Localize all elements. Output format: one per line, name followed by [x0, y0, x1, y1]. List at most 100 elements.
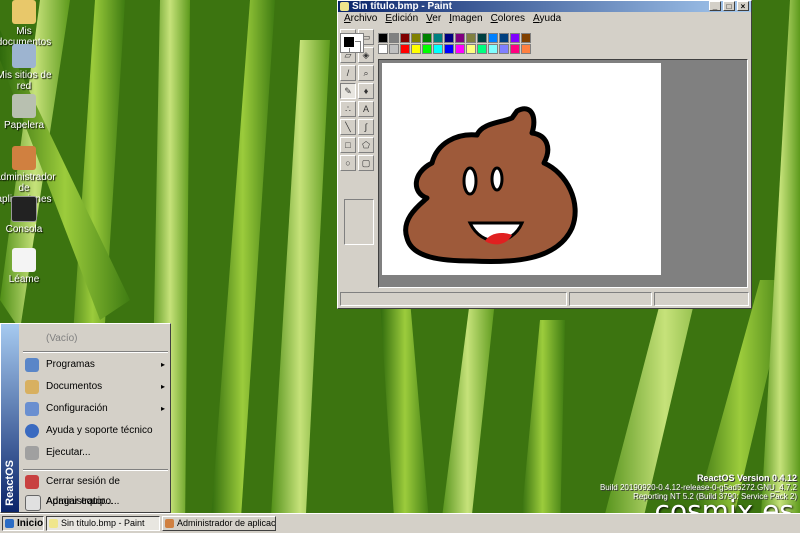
paint-app-icon	[340, 2, 349, 11]
task-app-manager[interactable]: Administrador de aplicacio...	[162, 516, 276, 531]
menu-item-programas[interactable]: Programas ▸	[23, 355, 168, 375]
status-message	[340, 292, 568, 306]
palette-swatch[interactable]	[510, 44, 520, 54]
network-icon	[12, 44, 36, 68]
desktop: Mis documentos Mis sitios de red Papeler…	[0, 0, 800, 533]
menu-item-configuracion[interactable]: Configuración ▸	[23, 399, 168, 419]
desktop-icon-recycle-bin[interactable]: Papelera	[0, 94, 54, 131]
palette-swatch[interactable]	[477, 44, 487, 54]
palette-swatch[interactable]	[499, 44, 509, 54]
ellipse-icon[interactable]: ○	[340, 155, 356, 171]
palette-swatch[interactable]	[488, 44, 498, 54]
window-title: Sin título.bmp - Paint	[352, 1, 452, 12]
run-icon	[25, 446, 39, 460]
palette-swatch[interactable]	[521, 44, 531, 54]
start-menu[interactable]: ReactOS (Vacío) Programas ▸ Documentos ▸…	[0, 323, 171, 513]
rectangle-icon[interactable]: □	[340, 137, 356, 153]
close-button[interactable]: ×	[737, 1, 749, 11]
brush-icon[interactable]: ♦	[358, 83, 374, 99]
desktop-icon-network[interactable]: Mis sitios de red	[0, 44, 54, 92]
polygon-icon[interactable]: ⬠	[358, 137, 374, 153]
menu-item-ejecutar[interactable]: Ejecutar...	[23, 443, 168, 463]
toolbox: ⬚ ▭ ▱ ◈ / ⌕ ✎ ♦ ∴ A ╲ ∫ □ ⬠ ○ ▢	[340, 29, 376, 277]
palette-swatch[interactable]	[510, 33, 520, 43]
console-icon	[11, 196, 37, 222]
documents-icon	[25, 380, 39, 394]
minimize-button[interactable]: _	[709, 1, 721, 11]
text-icon[interactable]: A	[358, 101, 374, 117]
submenu-arrow-icon: ▸	[160, 404, 165, 413]
status-bar	[340, 292, 749, 306]
palette-swatch[interactable]	[378, 44, 388, 54]
menu-separator	[23, 469, 168, 471]
app-manager-icon	[12, 146, 36, 170]
app-manager-icon	[165, 519, 174, 528]
menu-ver[interactable]: Ver	[422, 12, 445, 26]
desktop-icon-readme[interactable]: Léame	[0, 248, 54, 285]
palette-swatch[interactable]	[422, 33, 432, 43]
menu-item-documentos[interactable]: Documentos ▸	[23, 377, 168, 397]
palette-swatch[interactable]	[411, 44, 421, 54]
task-paint[interactable]: Sin título.bmp - Paint	[46, 516, 160, 531]
magnifier-icon[interactable]: ⌕	[358, 65, 374, 81]
palette-swatch[interactable]	[521, 33, 531, 43]
palette-swatch[interactable]	[422, 44, 432, 54]
menu-imagen[interactable]: Imagen	[445, 12, 486, 26]
menu-ayuda[interactable]: Ayuda	[529, 12, 565, 26]
readme-icon	[12, 248, 36, 272]
menu-colores[interactable]: Colores	[487, 12, 529, 26]
curve-icon[interactable]: ∫	[358, 119, 374, 135]
palette-swatch[interactable]	[466, 44, 476, 54]
palette-swatch[interactable]	[466, 33, 476, 43]
drawing-canvas[interactable]	[382, 63, 661, 275]
rounded-rect-icon[interactable]: ▢	[358, 155, 374, 171]
paint-window[interactable]: Sin título.bmp - Paint _ □ × Archivo Edi…	[337, 0, 752, 309]
help-icon	[25, 424, 39, 438]
status-size	[654, 292, 749, 306]
poop-drawing	[403, 106, 578, 265]
palette-swatch[interactable]	[444, 33, 454, 43]
recycle-bin-icon	[12, 94, 36, 118]
palette-swatch[interactable]	[411, 33, 421, 43]
palette-swatch[interactable]	[455, 44, 465, 54]
desktop-icon-console[interactable]: Consola	[0, 196, 54, 235]
paint-titlebar[interactable]: Sin título.bmp - Paint _ □ ×	[338, 1, 751, 12]
tool-options[interactable]	[344, 199, 374, 245]
canvas-scroll-area	[378, 59, 748, 288]
palette-swatch[interactable]	[433, 33, 443, 43]
start-button[interactable]: Inicio	[2, 516, 44, 531]
palette-swatch[interactable]	[499, 33, 509, 43]
palette-swatch[interactable]	[389, 33, 399, 43]
palette-swatch[interactable]	[433, 44, 443, 54]
palette-swatch[interactable]	[488, 33, 498, 43]
submenu-arrow-icon: ▸	[160, 360, 165, 369]
palette-swatch[interactable]	[400, 44, 410, 54]
status-coords	[569, 292, 653, 306]
palette-swatch[interactable]	[477, 33, 487, 43]
taskbar: Inicio Sin título.bmp - Paint Administra…	[0, 513, 800, 533]
paint-app-icon	[49, 519, 58, 528]
start-menu-banner: ReactOS	[1, 324, 19, 512]
recent-empty-label: (Vacío)	[46, 333, 78, 344]
palette-swatch[interactable]	[378, 33, 388, 43]
airbrush-icon[interactable]: ∴	[340, 101, 356, 117]
palette-swatch[interactable]	[455, 33, 465, 43]
palette-swatch[interactable]	[389, 44, 399, 54]
menu-item-shutdown[interactable]: Apagar equipo...	[23, 492, 168, 512]
palette-swatch[interactable]	[444, 44, 454, 54]
palette-swatch[interactable]	[400, 33, 410, 43]
programs-icon	[25, 358, 39, 372]
pencil-icon[interactable]: ✎	[340, 83, 356, 99]
maximize-button[interactable]: □	[723, 1, 735, 11]
menu-item-logoff[interactable]: Cerrar sesión de Administrator...	[23, 472, 168, 507]
current-colors[interactable]	[340, 33, 364, 53]
submenu-arrow-icon: ▸	[160, 382, 165, 391]
desktop-icon-documents[interactable]: Mis documentos	[0, 0, 54, 48]
menu-edicion[interactable]: Edición	[381, 12, 422, 26]
color-picker-icon[interactable]: /	[340, 65, 356, 81]
settings-icon	[25, 402, 39, 416]
menu-item-ayuda[interactable]: Ayuda y soporte técnico	[23, 421, 168, 441]
menu-separator	[23, 351, 168, 353]
menu-archivo[interactable]: Archivo	[340, 12, 381, 26]
line-icon[interactable]: ╲	[340, 119, 356, 135]
